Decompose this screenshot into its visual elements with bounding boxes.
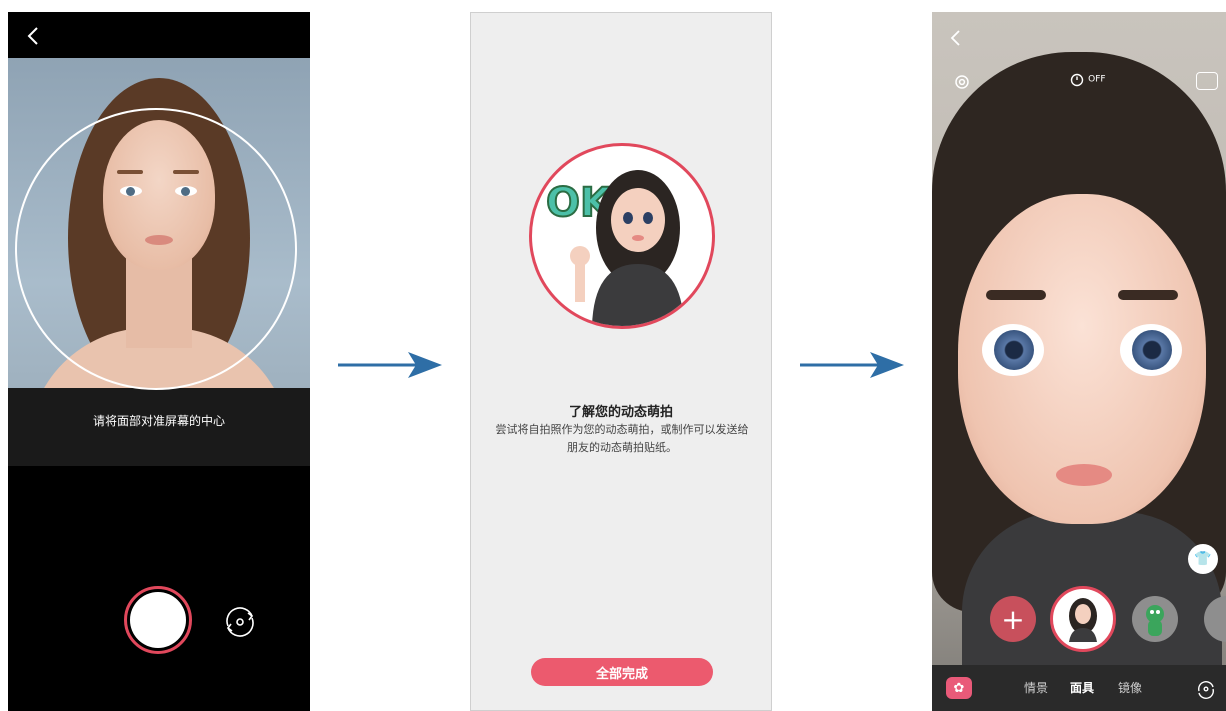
face-guide-circle [15,108,297,390]
top-bar [8,12,310,58]
timer-off-button[interactable]: OFF [1070,72,1106,87]
shirt-icon[interactable]: 👕 [1188,544,1218,574]
avatar-right-eye [1120,324,1182,376]
add-avatar-button[interactable]: + [990,596,1036,642]
avatar-thumbnail-icon [1069,598,1097,642]
back-icon[interactable] [22,24,46,48]
done-button[interactable]: 全部完成 [531,658,713,686]
arrow-right-icon [800,352,904,378]
avatar-left-eye [982,324,1044,376]
timer-label: OFF [1088,74,1106,85]
mode-tab-mask[interactable]: 面具 [1070,679,1094,696]
back-icon[interactable] [946,28,966,48]
avatar-left-brow [986,290,1046,300]
avatar-preview-circle: OK [529,143,715,329]
dinosaur-avatar-thumbnail[interactable] [1132,596,1178,642]
ar-emoji-flower-icon[interactable]: ✿ [946,677,972,699]
arrow-right-icon [338,352,442,378]
intro-title: 了解您的动态萌拍 [568,405,673,420]
avatar-ok-illustration: OK [545,170,684,326]
shutter-inner [130,592,186,648]
avatar-right-brow [1118,290,1178,300]
ar-emoji-camera-screen: OFF 👕 + ✿ 情景 面具 镜像 [932,12,1226,711]
intro-description: 尝试将自拍照作为您的动态萌拍，或制作可以发送给朋友的动态萌拍贴纸。 [495,423,749,454]
shutter-button[interactable] [124,586,192,654]
mode-tab-scene[interactable]: 情景 [1024,679,1048,696]
switch-camera-icon[interactable] [1194,677,1218,701]
mode-tab-mirror[interactable]: 镜像 [1118,679,1142,696]
timer-icon [1070,73,1084,86]
aspect-ratio-icon[interactable] [1196,72,1218,90]
avatar-lips [1056,464,1112,486]
settings-gear-icon[interactable] [952,72,972,92]
intro-screen: OK 了解您的动态萌拍 尝试将自拍照作为您的动态萌拍，或制作可以发送给朋友的动态… [470,12,772,711]
avatar-face [958,194,1206,524]
selected-avatar-thumbnail[interactable] [1050,586,1116,652]
face-hint-text: 请将面部对准屏幕的中心 [92,414,225,428]
switch-camera-icon[interactable] [218,600,262,644]
dinosaur-icon [1146,605,1164,636]
face-scan-screen: 请将面部对准屏幕的中心 [8,12,310,711]
mode-bar: ✿ 情景 面具 镜像 [932,665,1226,711]
